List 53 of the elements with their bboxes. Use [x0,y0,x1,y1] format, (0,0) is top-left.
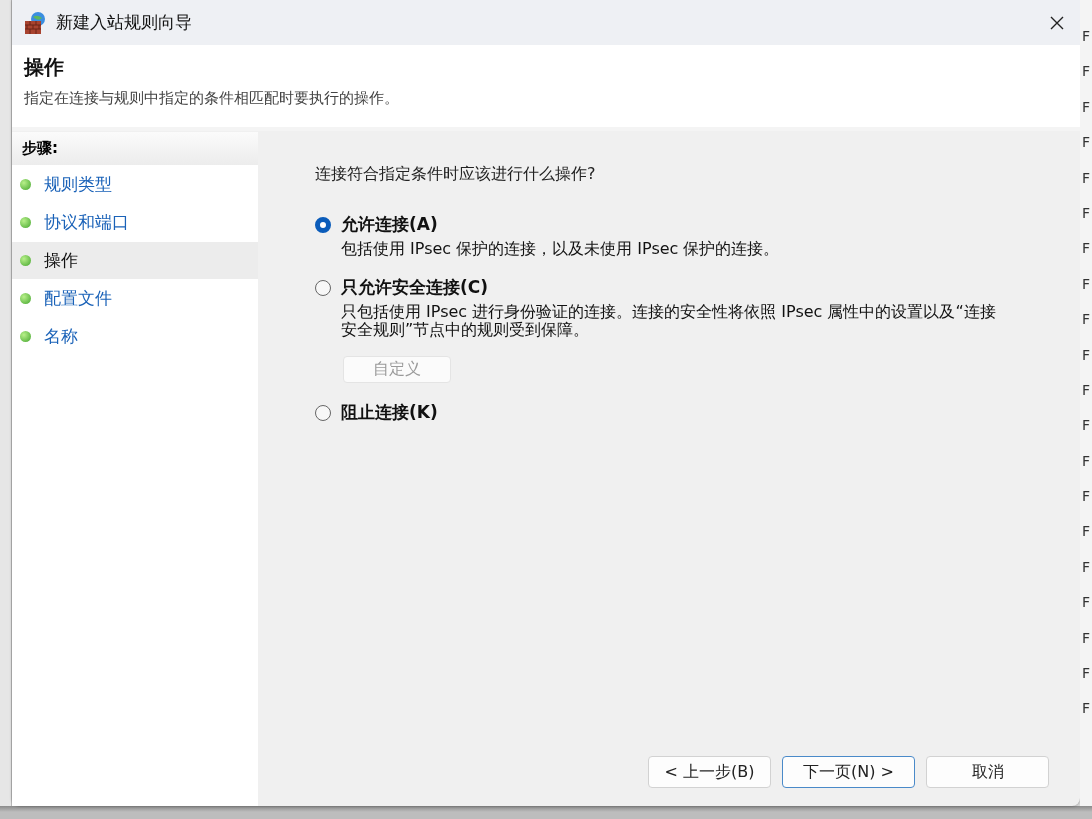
step-item[interactable]: 操作 [12,242,258,279]
step-item[interactable]: 规则类型 [12,166,258,203]
option-label: 只允许安全连接(C) [341,276,488,299]
step-item[interactable]: 配置文件 [12,280,258,317]
step-label: 规则类型 [44,173,112,196]
step-label: 协议和端口 [44,211,129,234]
dialog-button[interactable]: < 上一步(B) [648,756,771,788]
background-text: F [1081,311,1091,328]
option-description: 包括使用 IPsec 保护的连接，以及未使用 IPsec 保护的连接。 [341,240,781,258]
dialog-button[interactable]: 取消 [926,756,1049,788]
status-dot-icon [20,217,31,228]
background-text: F [1081,417,1091,434]
firewall-icon [24,10,48,35]
background-text: F [1081,28,1091,44]
background-text: F [1081,665,1091,682]
step-label: 操作 [44,249,78,272]
background-text: F [1081,275,1091,292]
background-text: F [1081,381,1091,398]
background-text: F [1081,488,1091,505]
window-title: 新建入站规则向导 [56,11,192,34]
option-description: 只包括使用 IPsec 进行身份验证的连接。连接的安全性将依照 IPsec 属性中的设置以及“连接安全规则”节点中的规则受到保障。 [341,303,997,339]
steps-heading: 步骤: [12,132,258,165]
status-dot-icon [20,331,31,342]
background-text: F [1081,169,1091,186]
radio-button[interactable] [315,279,331,296]
background-text: F [1081,63,1091,80]
step-item[interactable]: 协议和端口 [12,204,258,241]
question-text: 连接符合指定条件时应该进行什么操作? [315,164,597,185]
status-dot-icon [20,255,31,266]
dialog-button[interactable]: 下一页(N) > [782,756,915,788]
page-description: 指定在连接与规则中指定的条件相匹配时要执行的操作。 [24,89,400,108]
step-label: 配置文件 [44,287,112,310]
status-dot-icon [20,179,31,190]
step-label: 名称 [44,325,78,348]
option-label: 允许连接(A) [341,213,438,236]
background-text: F [1081,452,1091,469]
page-heading: 操作 [24,54,65,81]
step-item[interactable]: 名称 [12,318,258,355]
background-text: F [1081,629,1091,646]
background-text: F [1081,700,1091,717]
background-text: F [1081,240,1091,257]
background-text: F [1081,558,1091,575]
radio-button[interactable] [315,216,331,233]
status-dot-icon [20,293,31,304]
background-text: F [1081,523,1091,540]
background-text: F [1081,98,1091,115]
background-text: F [1081,346,1091,363]
background-text: F [1081,134,1091,151]
background-text: F [1081,204,1091,221]
radio-button[interactable] [315,404,331,421]
option-label: 阻止连接(K) [341,401,438,424]
close-icon [1049,14,1065,31]
background-text: F [1081,594,1091,611]
